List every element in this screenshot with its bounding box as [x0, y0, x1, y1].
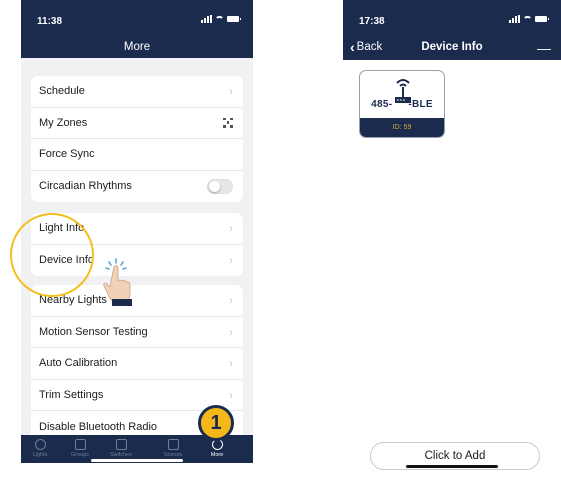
left-header: 11:38 More — [21, 0, 253, 58]
tab-lights[interactable]: Lights — [21, 439, 59, 458]
tab-label: Groups — [70, 452, 90, 458]
device-name-right: -BLE — [408, 99, 433, 110]
menu-item-label: Trim Settings — [39, 388, 104, 401]
tab-scenes[interactable]: Scenes — [154, 439, 192, 458]
step-badge: 1 — [198, 405, 234, 441]
tab-label: Switches — [109, 452, 132, 458]
right-header: 17:38 ‹ Back Device Info — — [343, 0, 561, 60]
page-title: Device Info — [421, 41, 483, 53]
device-name: 485- -BLE — [360, 99, 444, 110]
switch-icon — [115, 439, 127, 450]
device-name-left: 485- — [371, 99, 393, 110]
menu-item-label: Force Sync — [39, 148, 95, 161]
circadian-toggle[interactable] — [207, 178, 233, 194]
tab-groups[interactable]: Groups — [61, 439, 99, 458]
menu-item-label: Schedule — [39, 85, 85, 98]
status-bar: 17:38 — [343, 0, 561, 34]
tab-label: Lights — [32, 452, 48, 458]
menu-item-circadian-rhythms: Circadian Rhythms — [31, 171, 243, 203]
qr-code-icon[interactable] — [223, 117, 233, 128]
groups-icon — [74, 439, 86, 450]
page-title: More — [123, 41, 151, 53]
menu-item-schedule[interactable]: Schedule › — [31, 76, 243, 108]
signal-icon — [201, 15, 212, 23]
status-bar: 11:38 — [21, 0, 253, 34]
tap-hand-icon — [103, 258, 132, 306]
device-id: ID: 59 — [360, 118, 444, 137]
chevron-right-icon: › — [229, 253, 233, 268]
tab-more[interactable]: More — [198, 439, 236, 458]
menu-item-auto-calibration[interactable]: Auto Calibration › — [31, 348, 243, 380]
signal-icon — [509, 15, 520, 23]
remove-button[interactable]: — — [537, 40, 551, 56]
menu-item-label: My Zones — [39, 116, 88, 129]
scenes-icon — [167, 439, 179, 450]
menu-item-force-sync[interactable]: Force Sync — [31, 139, 243, 171]
menu-item-my-zones[interactable]: My Zones — [31, 108, 243, 139]
menu-item-label: Circadian Rhythms — [39, 180, 132, 193]
tab-switches[interactable]: Switches — [102, 439, 140, 458]
wifi-icon — [215, 15, 224, 23]
menu-item-label: Auto Calibration — [39, 357, 118, 370]
tab-label: Scenes — [163, 452, 183, 458]
battery-icon — [535, 16, 549, 22]
settings-group-1: Schedule › My Zones Force Sync Circadian… — [31, 76, 243, 202]
menu-item-label: Motion Sensor Testing — [39, 325, 148, 338]
chevron-right-icon: › — [229, 324, 233, 339]
bulb-icon — [34, 439, 46, 450]
device-card[interactable]: 485- -BLE ID: 59 — [359, 70, 445, 138]
tab-label: More — [210, 452, 224, 458]
battery-icon — [227, 16, 241, 22]
home-indicator — [406, 465, 498, 468]
chevron-right-icon: › — [229, 84, 233, 99]
highlight-circle — [10, 213, 94, 297]
status-time: 11:38 — [37, 16, 63, 27]
chevron-right-icon: › — [229, 293, 233, 308]
chevron-right-icon: › — [229, 356, 233, 371]
chevron-right-icon: › — [229, 221, 233, 236]
home-indicator — [91, 459, 183, 462]
menu-item-motion-sensor-testing[interactable]: Motion Sensor Testing › — [31, 317, 243, 348]
chevron-right-icon: › — [229, 387, 233, 402]
wifi-icon — [523, 15, 532, 23]
status-time: 17:38 — [359, 16, 385, 27]
right-phone-screen: 17:38 ‹ Back Device Info — 485- -BLE ID: … — [343, 0, 561, 470]
